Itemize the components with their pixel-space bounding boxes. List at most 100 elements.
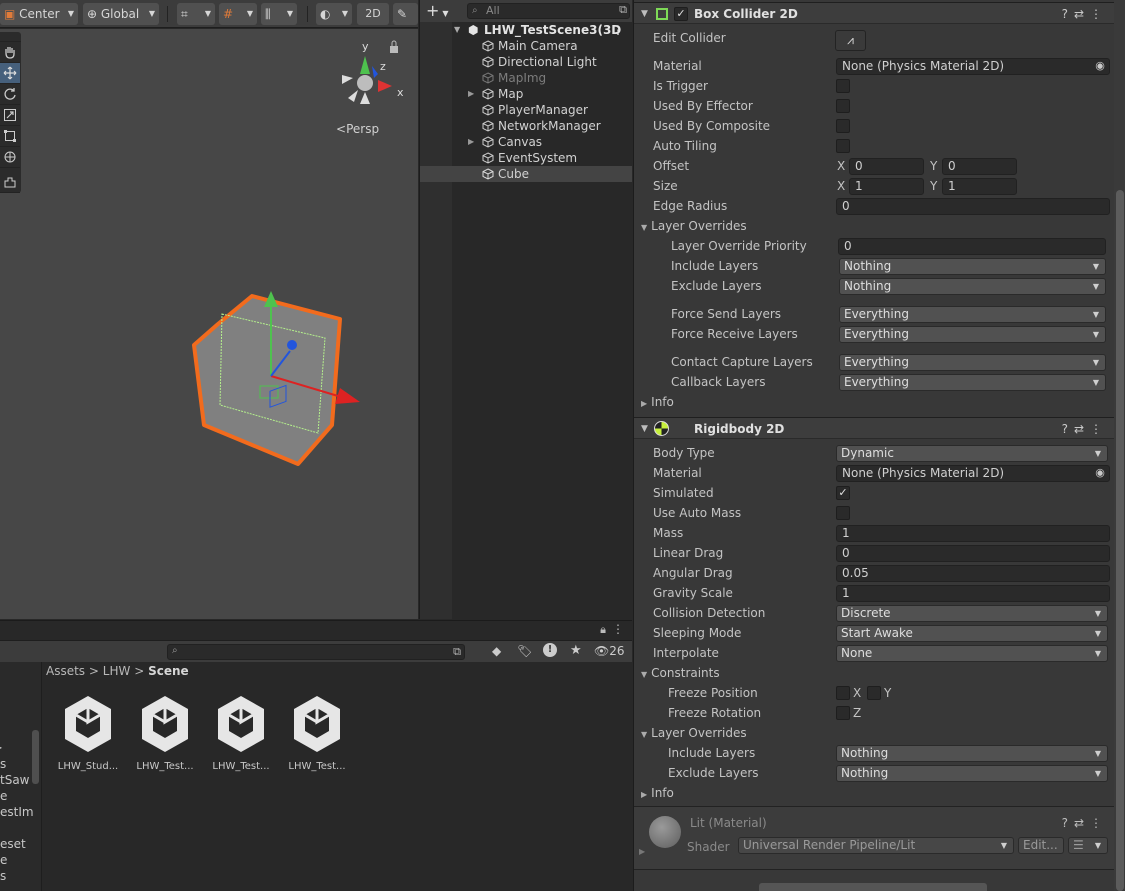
size-y-field[interactable]: 1 xyxy=(942,178,1017,195)
move-tool-button[interactable] xyxy=(0,63,20,84)
force-send-layers-dropdown[interactable]: Everything ▼ xyxy=(839,306,1106,323)
constraints-foldout[interactable]: ▼ Constraints xyxy=(634,663,1114,683)
more-menu-icon[interactable]: ⋮ xyxy=(612,22,624,38)
offset-y-field[interactable]: 0 xyxy=(942,158,1017,175)
y-label[interactable]: Y xyxy=(930,176,937,196)
draw-mode-button[interactable]: ◐ ▼ xyxy=(316,3,352,25)
body-type-dropdown[interactable]: Dynamic ▼ xyxy=(836,445,1108,462)
toggle-2d-button[interactable]: 2D xyxy=(357,3,389,25)
callback-layers-dropdown[interactable]: Everything ▼ xyxy=(839,374,1106,391)
object-picker-icon[interactable]: ◉ xyxy=(1093,59,1107,73)
folder-tree-item[interactable]: s xyxy=(0,869,6,883)
material-object-field[interactable]: None (Physics Material 2D) ◉ xyxy=(836,58,1110,75)
is-trigger-checkbox[interactable] xyxy=(836,79,850,93)
search-options-icon[interactable]: ⧉ xyxy=(453,645,461,659)
edit-collider-button[interactable]: ⩘ xyxy=(835,30,866,51)
freeze-rotation-z-checkbox[interactable] xyxy=(836,706,850,720)
selected-cube-object[interactable] xyxy=(180,283,370,473)
contact-capture-layers-dropdown[interactable]: Everything ▼ xyxy=(839,354,1106,371)
freeze-position-x-checkbox[interactable] xyxy=(836,686,850,700)
transform-tool-button[interactable] xyxy=(0,147,20,168)
scene-view[interactable]: y z x <Persp xyxy=(0,29,418,619)
more-menu-icon[interactable]: ⋮ xyxy=(1090,816,1108,830)
rotate-tool-button[interactable] xyxy=(0,84,20,105)
asset-scene-4[interactable]: LHW_Test... xyxy=(282,694,352,772)
layer-override-priority-field[interactable]: 0 xyxy=(838,238,1106,255)
edit-shader-button[interactable]: Edit... xyxy=(1018,837,1064,854)
angular-drag-field[interactable]: 0.05 xyxy=(836,565,1110,582)
hierarchy-item-cube[interactable]: Cube xyxy=(420,166,632,182)
asset-scene-3[interactable]: LHW_Test... xyxy=(206,694,276,772)
filter-by-type-icon[interactable]: ◆ xyxy=(492,644,501,658)
folder-tree-item[interactable]: e xyxy=(0,789,7,803)
mass-field[interactable]: 1 xyxy=(836,525,1110,542)
search-options-icon[interactable]: ⧉ xyxy=(619,3,627,17)
asset-scene-2[interactable]: LHW_Test... xyxy=(130,694,200,772)
folder-tree-item[interactable]: tSaw xyxy=(0,773,30,787)
x-label[interactable]: X xyxy=(837,176,845,196)
more-menu-icon[interactable]: ⋮ xyxy=(1090,422,1108,436)
inspector-scrollbar[interactable] xyxy=(1114,0,1125,891)
hierarchy-item-directional-light[interactable]: Directional Light xyxy=(452,54,632,70)
rigidbody-header[interactable]: ▼ Rigidbody 2D ?⇄⋮ xyxy=(634,417,1114,439)
interpolate-dropdown[interactable]: None ▼ xyxy=(836,645,1108,662)
star-icon[interactable]: ★ xyxy=(570,643,582,658)
filter-by-label-icon[interactable]: 🏷︎ xyxy=(517,644,532,658)
chevron-down-icon[interactable]: ▼ xyxy=(641,418,648,440)
collision-detection-dropdown[interactable]: Discrete ▼ xyxy=(836,605,1108,622)
projection-toggle[interactable]: <Persp xyxy=(336,122,379,136)
chevron-right-icon[interactable]: ▶ xyxy=(468,134,474,150)
hierarchy-item-map[interactable]: ▶ Map xyxy=(452,86,632,102)
include-layers-dropdown[interactable]: Nothing ▼ xyxy=(839,258,1106,275)
grid-toggle-button[interactable]: # ▼ xyxy=(219,3,257,25)
used-by-effector-checkbox[interactable] xyxy=(836,99,850,113)
offset-x-field[interactable]: 0 xyxy=(849,158,924,175)
y-label[interactable]: Y xyxy=(930,156,937,176)
rb-include-layers-dropdown[interactable]: Nothing ▼ xyxy=(836,745,1108,762)
alert-icon[interactable]: ! xyxy=(543,643,557,657)
rb-info-foldout[interactable]: ▶ Info xyxy=(634,783,1114,803)
presets-icon[interactable]: ⇄ xyxy=(1074,7,1090,21)
folder-tree-item[interactable]: e xyxy=(0,853,7,867)
help-icon[interactable]: ? xyxy=(1062,7,1074,21)
used-by-composite-checkbox[interactable] xyxy=(836,119,850,133)
lighting-toggle-button[interactable]: ✎ xyxy=(393,3,418,25)
hierarchy-item-playermanager[interactable]: PlayerManager xyxy=(452,102,632,118)
folder-tree-item[interactable]: estIm xyxy=(0,805,34,819)
rb-exclude-layers-dropdown[interactable]: Nothing ▼ xyxy=(836,765,1108,782)
exclude-layers-dropdown[interactable]: Nothing ▼ xyxy=(839,278,1106,295)
orientation-gizmo[interactable]: y z x xyxy=(330,34,410,114)
box-collider-header[interactable]: ▼ ✓ Box Collider 2D ?⇄⋮ xyxy=(634,2,1114,24)
increment-snap-button[interactable]: ⫼ ▼ xyxy=(261,3,297,25)
hierarchy-item-mapimg[interactable]: MapImg xyxy=(452,70,632,86)
asset-scene-1[interactable]: LHW_Stud... xyxy=(53,694,123,772)
add-component-button[interactable] xyxy=(759,883,987,891)
object-picker-icon[interactable]: ◉ xyxy=(1093,466,1107,480)
sleeping-mode-dropdown[interactable]: Start Awake ▼ xyxy=(836,625,1108,642)
simulated-checkbox[interactable]: ✓ xyxy=(836,486,850,500)
hierarchy-search-input[interactable]: ⌕ All ⧉ xyxy=(467,3,630,19)
hand-tool-button[interactable] xyxy=(0,42,20,63)
breadcrumb-lhw[interactable]: LHW xyxy=(103,664,131,678)
chevron-down-icon[interactable]: ▼ xyxy=(454,22,460,38)
presets-icon[interactable]: ⇄ xyxy=(1074,422,1090,436)
more-menu-icon[interactable]: ⋮ xyxy=(612,622,624,636)
scrollbar-thumb[interactable] xyxy=(1116,190,1124,891)
hierarchy-item-eventsystem[interactable]: EventSystem xyxy=(452,150,632,166)
layer-overrides-foldout[interactable]: ▼ Layer Overrides xyxy=(634,216,1114,236)
rect-tool-button[interactable] xyxy=(0,126,20,147)
chevron-right-icon[interactable]: ▶ xyxy=(468,86,474,102)
freeze-position-y-checkbox[interactable] xyxy=(867,686,881,700)
lock-icon[interactable]: 🔒︎ xyxy=(600,623,606,637)
breadcrumb-assets[interactable]: Assets xyxy=(46,664,85,678)
box-collider-info-foldout[interactable]: ▶ Info xyxy=(634,392,1114,412)
material-preview-sphere[interactable] xyxy=(649,816,681,848)
folder-tree-scrollbar[interactable] xyxy=(32,730,39,784)
chevron-down-icon[interactable]: ▼ xyxy=(641,3,648,25)
folder-tree-item[interactable]: eset xyxy=(0,837,26,851)
folder-tree-item[interactable]: s xyxy=(0,757,6,771)
size-x-field[interactable]: 1 xyxy=(849,178,924,195)
hierarchy-item-main-camera[interactable]: Main Camera xyxy=(452,38,632,54)
gravity-scale-field[interactable]: 1 xyxy=(836,585,1110,602)
auto-tiling-checkbox[interactable] xyxy=(836,139,850,153)
